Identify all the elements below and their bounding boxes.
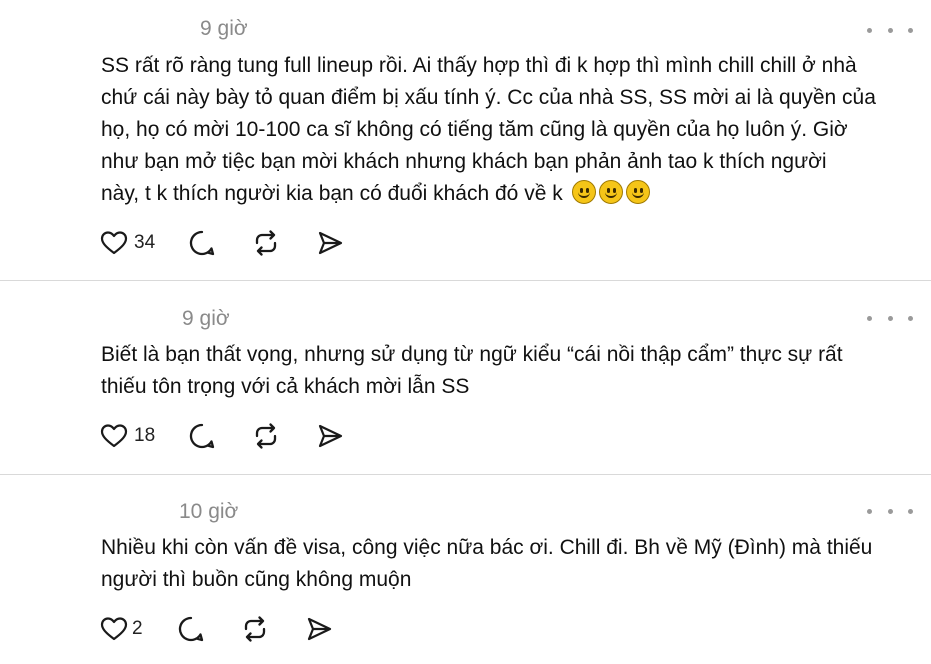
heart-icon: [100, 617, 128, 641]
comment-line: họ, họ có mời 10-100 ca sĩ không có tiến…: [101, 118, 848, 141]
comment-icon: [190, 423, 215, 449]
reply-button[interactable]: [188, 229, 216, 257]
repost-button[interactable]: [252, 422, 280, 450]
more-options-icon[interactable]: [867, 308, 913, 328]
slightly-smiling-face-emoji: [598, 180, 623, 204]
send-icon: [319, 231, 343, 255]
comment-item: 9 giờ Biết là bạn thất vọng, nhưng sử dụ…: [0, 282, 931, 474]
comment-line-text: này, t k thích người kia bạn có đuổi khá…: [101, 182, 563, 205]
repost-icon: [255, 230, 277, 256]
reply-button[interactable]: [188, 422, 216, 450]
share-button[interactable]: [305, 615, 333, 643]
comment-line: Biết là bạn thất vọng, nhưng sử dụng từ …: [101, 343, 843, 366]
action-bar: 18: [100, 421, 344, 451]
heart-icon: [100, 231, 128, 255]
like-count: 2: [132, 618, 143, 639]
comment-icon: [178, 616, 203, 642]
like-count: 18: [134, 425, 156, 446]
slightly-smiling-face-emoji: [625, 180, 650, 204]
timestamp[interactable]: 10 giờ: [179, 500, 238, 524]
like-button[interactable]: 2: [100, 616, 143, 642]
repost-button[interactable]: [241, 615, 269, 643]
send-icon: [319, 424, 343, 448]
repost-icon: [244, 616, 265, 642]
send-icon: [307, 617, 331, 641]
slightly-smiling-face-emoji: [571, 180, 596, 204]
divider: [0, 280, 931, 281]
repost-icon: [255, 423, 277, 449]
comment-icon: [190, 230, 215, 256]
comment-line: như bạn mở tiệc bạn mời khách nhưng khác…: [101, 150, 827, 173]
comment-line: SS rất rõ ràng tung full lineup rồi. Ai …: [101, 54, 857, 77]
comment-line: thiếu tôn trọng với cả khách mời lẫn SS: [101, 375, 470, 398]
comment-line: chứ cái này bày tỏ quan điểm bị xấu tính…: [101, 86, 876, 109]
timestamp[interactable]: 9 giờ: [182, 307, 230, 331]
comment-item: 10 giờ Nhiều khi còn vấn đề visa, công v…: [0, 476, 931, 664]
timestamp[interactable]: 9 giờ: [200, 17, 248, 41]
more-options-icon[interactable]: [867, 501, 913, 521]
like-button[interactable]: 34: [100, 230, 155, 256]
like-button[interactable]: 18: [100, 423, 155, 449]
heart-icon: [100, 424, 128, 448]
comment-line-last: này, t k thích người kia bạn có đuổi khá…: [101, 178, 916, 210]
comment-text: Nhiều khi còn vấn đề visa, công việc nữa…: [101, 532, 916, 596]
divider: [0, 474, 931, 475]
action-bar: 34: [100, 228, 344, 258]
comment-text: Biết là bạn thất vọng, nhưng sử dụng từ …: [101, 339, 916, 403]
reply-button[interactable]: [177, 615, 205, 643]
like-count: 34: [134, 232, 156, 253]
share-button[interactable]: [316, 229, 344, 257]
share-button[interactable]: [316, 422, 344, 450]
repost-button[interactable]: [252, 229, 280, 257]
action-bar: 2: [100, 614, 333, 644]
more-options-icon[interactable]: [867, 20, 913, 40]
comment-line: người thì buồn cũng không muộn: [101, 568, 412, 591]
comment-text: SS rất rõ ràng tung full lineup rồi. Ai …: [101, 50, 916, 210]
comment-line: Nhiều khi còn vấn đề visa, công việc nữa…: [101, 536, 873, 559]
comment-item: 9 giờ SS rất rõ ràng tung full lineup rồ…: [0, 0, 931, 280]
